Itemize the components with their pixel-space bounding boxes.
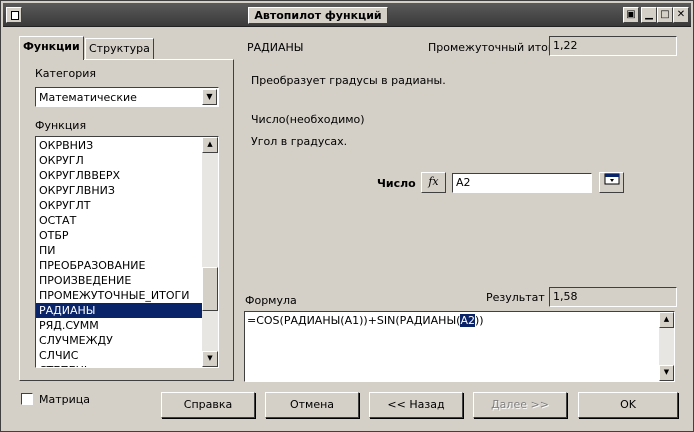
list-item[interactable]: ОКРУГЛ: [36, 153, 202, 168]
list-item[interactable]: СЛУЧМЕЖДУ: [36, 333, 202, 348]
list-item[interactable]: ПРЕОБРАЗОВАНИЕ: [36, 258, 202, 273]
window-menu-icon[interactable]: [6, 7, 22, 23]
function-name: РАДИАНЫ: [247, 41, 304, 54]
list-item[interactable]: ПРОМЕЖУТОЧНЫЕ_ИТОГИ: [36, 288, 202, 303]
shrink-dialog-button[interactable]: [599, 172, 624, 193]
tab-functions[interactable]: Функции: [19, 36, 84, 60]
function-list-items: ОКРВНИЗ ОКРУГЛ ОКРУГЛВВЕРХ ОКРУГЛВНИЗ ОКРУГЛ…: [36, 138, 202, 367]
maximize-restore-icon[interactable]: ▣: [623, 7, 639, 23]
function-list-scrollbar[interactable]: ▲ ▼: [202, 137, 218, 367]
help-button[interactable]: Справка: [161, 392, 255, 418]
ok-button[interactable]: OK: [578, 392, 678, 418]
list-item[interactable]: ОКРВНИЗ: [36, 138, 202, 153]
matrix-checkbox[interactable]: [21, 393, 33, 405]
argument-input[interactable]: A2: [452, 173, 592, 193]
scrollbar-thumb[interactable]: [202, 267, 218, 311]
result-label: Результат: [486, 291, 545, 304]
cancel-button[interactable]: Отмена: [265, 392, 359, 418]
back-button[interactable]: << Назад: [369, 392, 463, 418]
scroll-up-icon[interactable]: ▲: [659, 312, 674, 328]
chevron-down-icon[interactable]: ▼: [202, 89, 217, 105]
list-item[interactable]: СТЕПЕНЬ: [36, 363, 202, 367]
list-item[interactable]: ПРОИЗВЕДЕНИЕ: [36, 273, 202, 288]
tab-structure-label: Структура: [89, 42, 150, 55]
minimize-icon[interactable]: ▁: [641, 7, 657, 23]
scroll-down-icon[interactable]: ▼: [659, 365, 674, 381]
interim-result-field: 1,22: [549, 36, 677, 56]
list-item[interactable]: ОСТАТ: [36, 213, 202, 228]
window-title: Автопилот функций: [248, 7, 388, 24]
maximize-icon[interactable]: □: [657, 7, 673, 23]
fx-button[interactable]: fx: [421, 172, 446, 193]
tab-structure[interactable]: Структура: [85, 38, 154, 59]
matrix-label[interactable]: Матрица: [39, 393, 90, 406]
argument-description: Угол в градусах.: [251, 135, 348, 148]
list-item[interactable]: РАДИАНЫ: [36, 303, 202, 318]
scroll-up-icon[interactable]: ▲: [202, 137, 218, 153]
list-item[interactable]: ОКРУГЛВНИЗ: [36, 183, 202, 198]
category-label: Категория: [35, 67, 96, 80]
tab-functions-label: Функции: [23, 40, 80, 53]
list-item[interactable]: ОКРУГЛТ: [36, 198, 202, 213]
list-item[interactable]: СЛЧИС: [36, 348, 202, 363]
formula-scrollbar[interactable]: ▲ ▼: [659, 312, 674, 381]
function-wizard-window: Автопилот функций ▣ ▁ □ ✕ Функции Структ…: [0, 0, 694, 432]
formula-highlight: A2: [460, 314, 475, 327]
list-item[interactable]: РЯД.СУММ: [36, 318, 202, 333]
interim-result-label: Промежуточный итог: [428, 41, 554, 54]
argument-label: Число: [377, 177, 416, 190]
scroll-down-icon[interactable]: ▼: [202, 351, 218, 367]
result-field: 1,58: [549, 287, 677, 307]
select-range-icon: [604, 173, 619, 185]
category-value: Математические: [39, 91, 137, 104]
function-label: Функция: [35, 119, 87, 132]
function-description: Преобразует градусы в радианы.: [251, 74, 446, 87]
argument-signature: Число(необходимо): [251, 113, 365, 126]
function-list[interactable]: ОКРВНИЗ ОКРУГЛ ОКРУГЛВВЕРХ ОКРУГЛВНИЗ ОКРУГЛ…: [35, 136, 219, 368]
formula-text: =COS(РАДИАНЫ(A1))+SIN(РАДИАНЫ(A2)): [247, 314, 484, 327]
close-icon[interactable]: ✕: [673, 7, 689, 23]
formula-label: Формула: [245, 294, 297, 307]
fx-icon: fx: [428, 175, 439, 188]
list-item[interactable]: ОКРУГЛВВЕРХ: [36, 168, 202, 183]
title-bar[interactable]: Автопилот функций ▣ ▁ □ ✕: [3, 3, 691, 27]
list-item[interactable]: ПИ: [36, 243, 202, 258]
category-select[interactable]: Математические ▼: [35, 87, 219, 107]
formula-editor[interactable]: =COS(РАДИАНЫ(A1))+SIN(РАДИАНЫ(A2)) ▲ ▼: [244, 311, 675, 382]
next-button[interactable]: Далее >>: [473, 392, 567, 418]
list-item[interactable]: ОТБР: [36, 228, 202, 243]
